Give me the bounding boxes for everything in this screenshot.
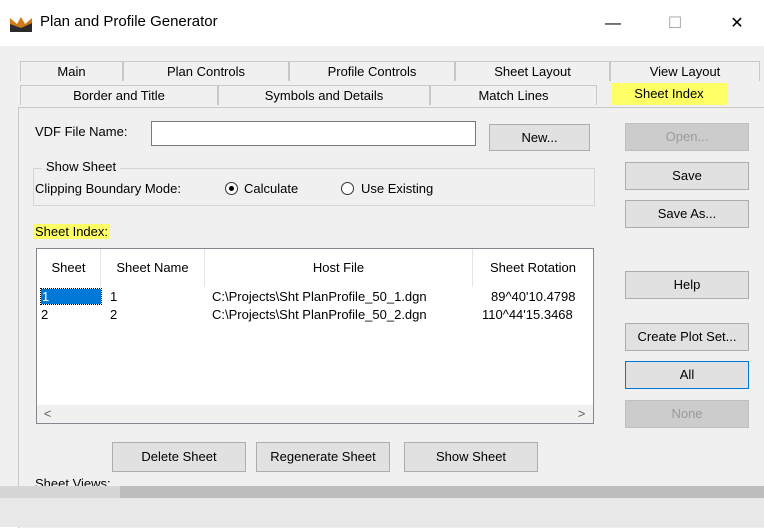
save-as-button[interactable]: Save As... [625, 200, 749, 228]
column-host-file[interactable]: Host File [205, 249, 473, 287]
all-button[interactable]: All [625, 361, 749, 389]
open-button[interactable]: Open... [625, 123, 749, 151]
tab-plan-controls[interactable]: Plan Controls [123, 61, 289, 81]
table-header: Sheet Sheet Name Host File Sheet Rotatio… [37, 249, 593, 287]
show-sheet-button[interactable]: Show Sheet [404, 442, 538, 472]
delete-sheet-button[interactable]: Delete Sheet [112, 442, 246, 472]
none-button[interactable]: None [625, 400, 749, 428]
row-1-sheet-name: 1 [110, 289, 118, 304]
blurred-region [0, 498, 764, 527]
use-existing-radio-label[interactable]: Use Existing [361, 181, 433, 196]
row-2-sheet-rotation: 110^44'15.3468 [482, 307, 573, 322]
horizontal-scrollbar[interactable]: < > [37, 405, 593, 423]
column-sheet-rotation[interactable]: Sheet Rotation [473, 249, 593, 287]
tab-sheet-layout[interactable]: Sheet Layout [455, 61, 610, 81]
use-existing-radio[interactable] [341, 182, 354, 195]
minimize-button[interactable]: — [590, 8, 636, 40]
tab-profile-controls[interactable]: Profile Controls [289, 61, 455, 81]
tab-main[interactable]: Main [20, 61, 123, 81]
title-bar[interactable]: Plan and Profile Generator — ☐ ✕ [0, 0, 764, 46]
calculate-radio[interactable] [225, 182, 238, 195]
tab-sheet-index[interactable]: Sheet Index [611, 83, 727, 105]
blurred-region [120, 486, 764, 498]
column-sheet[interactable]: Sheet [37, 249, 101, 287]
tab-border-and-title[interactable]: Border and Title [20, 85, 218, 105]
close-button[interactable]: ✕ [714, 8, 760, 40]
vdf-file-name-input[interactable] [151, 121, 476, 146]
scroll-right-arrow-icon[interactable]: > [573, 405, 590, 423]
column-sheet-name[interactable]: Sheet Name [101, 249, 205, 287]
row-1-sheet[interactable]: 1 [40, 288, 102, 305]
regenerate-sheet-button[interactable]: Regenerate Sheet [256, 442, 390, 472]
vdf-file-name-label: VDF File Name: [35, 124, 128, 139]
tab-view-layout[interactable]: View Layout [610, 61, 760, 81]
tab-symbols-and-details[interactable]: Symbols and Details [218, 85, 430, 105]
save-button[interactable]: Save [625, 162, 749, 190]
row-1-sheet-rotation: 89^40'10.4798 [491, 289, 576, 304]
help-button[interactable]: Help [625, 271, 749, 299]
sheet-index-table[interactable]: Sheet Sheet Name Host File Sheet Rotatio… [36, 248, 594, 424]
row-2-sheet-name: 2 [110, 307, 118, 322]
app-icon [10, 14, 32, 32]
row-1-host-file: C:\Projects\Sht PlanProfile_50_1.dgn [212, 289, 427, 304]
row-2-sheet: 2 [41, 307, 49, 322]
scroll-left-arrow-icon[interactable]: < [39, 405, 56, 423]
maximize-button[interactable]: ☐ [652, 8, 698, 40]
new-button[interactable]: New... [489, 124, 590, 151]
create-plot-set-button[interactable]: Create Plot Set... [625, 323, 749, 351]
tab-match-lines[interactable]: Match Lines [430, 85, 597, 105]
sheet-index-label: Sheet Index: [33, 224, 110, 239]
show-sheet-group-title: Show Sheet [42, 159, 121, 174]
calculate-radio-label[interactable]: Calculate [244, 181, 298, 196]
row-2-host-file: C:\Projects\Sht PlanProfile_50_2.dgn [212, 307, 427, 322]
clipping-boundary-mode-label: Clipping Boundary Mode: [35, 181, 181, 196]
plan-profile-generator-window: Plan and Profile Generator — ☐ ✕ Main Pl… [0, 0, 764, 528]
window-title: Plan and Profile Generator [40, 13, 218, 30]
